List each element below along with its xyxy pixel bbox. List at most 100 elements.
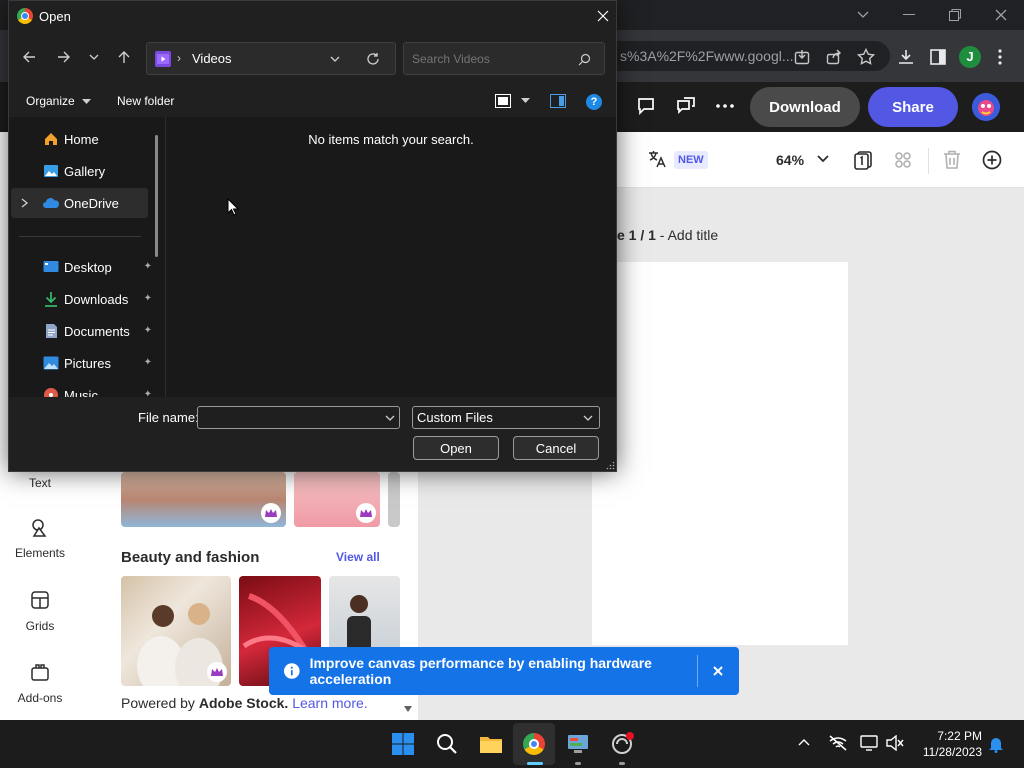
nav-separator [19, 236, 141, 237]
chrome-taskbar-button[interactable] [518, 728, 550, 760]
bookmark-star-icon[interactable] [856, 47, 876, 67]
rail-item-add-ons[interactable]: Add-ons [0, 663, 80, 705]
zoom-level[interactable]: 64% [776, 152, 804, 168]
page-label[interactable]: e 1 / 1 - Add title [617, 227, 718, 243]
open-button[interactable]: Open [413, 436, 499, 460]
clock-date[interactable]: 11/28/2023 [914, 745, 982, 759]
close-icon [713, 666, 723, 676]
file-name-field[interactable] [197, 406, 400, 429]
control-panel-taskbar-button[interactable] [562, 728, 594, 760]
show-hidden-icons-button[interactable] [798, 738, 810, 746]
nav-item-documents[interactable]: Documents ✦ [9, 317, 154, 345]
zoom-chevron-icon[interactable] [817, 154, 829, 164]
address-breadcrumb[interactable]: › Videos [146, 42, 396, 75]
pane-divider [165, 117, 166, 397]
search-box[interactable] [403, 42, 605, 75]
breadcrumb-videos[interactable]: Videos [192, 51, 232, 66]
recent-locations-button[interactable] [89, 54, 99, 61]
collaborate-icon[interactable] [676, 96, 696, 116]
restore-window-button[interactable] [932, 0, 978, 30]
refresh-button[interactable] [366, 52, 380, 66]
nav-item-gallery[interactable]: Gallery [9, 157, 154, 185]
nav-item-music[interactable]: Music ✦ [9, 381, 154, 397]
page-canvas[interactable] [592, 262, 848, 645]
toast-close-button[interactable] [697, 666, 739, 676]
nav-scrollbar-thumb[interactable] [155, 135, 158, 257]
refresh-icon [367, 53, 379, 65]
pictures-icon [42, 354, 60, 372]
organize-menu[interactable]: Organize [26, 94, 92, 108]
pages-icon[interactable] [853, 150, 873, 170]
nav-item-downloads[interactable]: Downloads ✦ [9, 285, 154, 313]
volume-muted-icon[interactable] [886, 735, 904, 751]
more-actions-icon[interactable] [716, 104, 734, 108]
grid-layout-icon[interactable] [893, 150, 913, 170]
stock-thumbnail[interactable] [121, 472, 286, 527]
display-icon[interactable] [860, 735, 878, 751]
file-type-value: Custom Files [417, 410, 493, 425]
new-folder-button[interactable]: New folder [117, 94, 174, 108]
view-all-link[interactable]: View all [336, 550, 380, 564]
translate-icon[interactable] [648, 150, 666, 168]
forward-button[interactable] [57, 50, 71, 64]
close-window-button[interactable] [978, 0, 1024, 30]
resize-grip-icon[interactable] [606, 461, 615, 470]
desktop-icon [42, 258, 60, 276]
side-panel-icon[interactable] [928, 47, 948, 67]
start-button[interactable] [387, 728, 419, 760]
file-type-select[interactable]: Custom Files [412, 406, 600, 429]
network-status-icon[interactable] [828, 735, 848, 751]
share-button[interactable]: Share [868, 87, 958, 127]
rail-item-grids[interactable]: Grids [0, 591, 80, 633]
share-page-icon[interactable] [824, 47, 844, 67]
nav-item-music-clip: Music ✦ [9, 381, 165, 397]
page-separator: - [655, 227, 668, 243]
nav-item-label: Downloads [64, 291, 129, 307]
search-input[interactable] [412, 50, 572, 68]
premium-crown-icon [356, 503, 376, 523]
stock-thumbnail[interactable] [388, 472, 400, 527]
help-icon[interactable]: ? [586, 94, 602, 110]
nav-item-onedrive[interactable]: OneDrive [9, 189, 154, 217]
preview-pane-button[interactable] [550, 94, 566, 108]
dialog-close-button[interactable] [589, 1, 617, 31]
mouse-cursor-icon [227, 198, 239, 216]
chevron-down-icon[interactable] [385, 415, 395, 422]
panel-scroll-down-icon[interactable] [404, 706, 412, 712]
file-explorer-button[interactable] [475, 728, 507, 760]
downloads-icon[interactable] [896, 47, 916, 67]
add-page-icon[interactable] [982, 150, 1002, 170]
section-title: Beauty and fashion [121, 549, 260, 566]
control-panel-icon [568, 735, 588, 753]
minimize-window-button[interactable] [886, 0, 932, 30]
stock-thumbnail[interactable] [294, 472, 380, 527]
profile-avatar[interactable]: J [959, 46, 981, 68]
learn-more-link[interactable]: Learn more. [292, 695, 367, 711]
cancel-button[interactable]: Cancel [513, 436, 599, 460]
install-app-icon[interactable] [792, 47, 812, 67]
info-icon [284, 663, 300, 679]
app-taskbar-button[interactable] [606, 728, 638, 760]
nav-item-desktop[interactable]: Desktop ✦ [9, 253, 154, 281]
address-history-dropdown[interactable] [330, 56, 340, 63]
tab-search-button[interactable] [840, 0, 886, 30]
delete-icon[interactable] [943, 150, 961, 170]
view-options-button[interactable] [495, 94, 530, 108]
rail-item-elements[interactable]: Elements [0, 518, 80, 560]
nav-item-pictures[interactable]: Pictures ✦ [9, 349, 154, 377]
rail-item-text[interactable]: Text [0, 476, 80, 490]
user-avatar[interactable] [972, 93, 1000, 121]
clock-time[interactable]: 7:22 PM [918, 729, 982, 743]
comment-icon[interactable] [636, 96, 656, 116]
back-button[interactable] [22, 50, 36, 64]
more-options-icon[interactable] [990, 47, 1010, 67]
nav-item-home[interactable]: Home [9, 125, 154, 153]
up-folder-button[interactable] [117, 50, 131, 64]
download-button[interactable]: Download [750, 87, 860, 127]
stock-thumbnail[interactable] [121, 576, 231, 686]
chevron-right-icon[interactable] [21, 198, 29, 208]
nav-item-label: OneDrive [64, 195, 119, 211]
taskbar-search-button[interactable] [431, 728, 463, 760]
rail-item-label: Add-ons [17, 691, 63, 705]
notifications-bell-icon[interactable] [988, 735, 1004, 753]
